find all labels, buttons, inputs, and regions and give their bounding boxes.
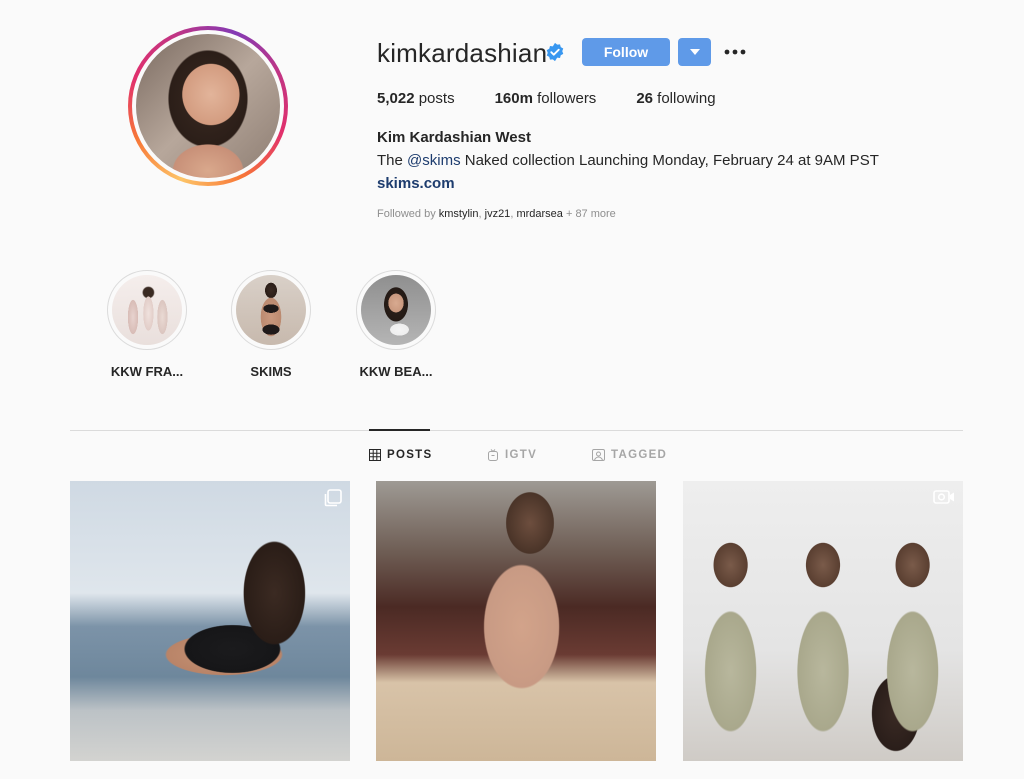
suggested-accounts-dropdown-button[interactable] <box>678 38 711 66</box>
highlight-label: KKW BEA... <box>359 364 433 379</box>
profile-full-name: Kim Kardashian West <box>377 129 531 146</box>
highlight-kkw-beauty[interactable]: KKW BEA... <box>336 270 456 379</box>
tab-posts[interactable]: POSTS <box>369 449 432 461</box>
highlight-cover <box>112 275 182 345</box>
caret-down-icon <box>689 49 700 55</box>
posts-count-label: posts <box>418 90 455 107</box>
tabs-divider <box>70 430 963 431</box>
more-options-button[interactable] <box>722 40 748 64</box>
highlight-ring <box>231 270 311 350</box>
followed-by-user[interactable]: mrdarsea <box>516 208 562 220</box>
avatar-frame <box>132 30 284 182</box>
followed-by-prefix: Followed by <box>377 208 439 220</box>
highlight-cover <box>361 275 431 345</box>
tab-label: IGTV <box>505 449 538 461</box>
highlight-kkw-fragrance[interactable]: KKW FRA... <box>87 270 207 379</box>
followed-by-user[interactable]: jvz21 <box>485 208 511 220</box>
post-thumbnail[interactable] <box>683 481 963 761</box>
active-tab-indicator <box>369 429 430 431</box>
bio-mention-link[interactable]: @skims <box>407 152 461 169</box>
bio-suffix: Naked collection Launching Monday, Febru… <box>460 152 879 169</box>
verified-badge-icon <box>546 42 564 62</box>
tagged-icon <box>592 449 605 461</box>
post-thumbnail[interactable] <box>376 481 656 761</box>
followers-count-value: 160m <box>494 90 533 107</box>
igtv-icon <box>488 449 498 461</box>
grid-icon <box>369 449 381 461</box>
avatar[interactable] <box>136 34 280 178</box>
following-count-label: following <box>657 90 716 107</box>
tab-igtv[interactable]: IGTV <box>487 449 537 461</box>
following-count-value: 26 <box>636 90 653 107</box>
profile-stats: 5,022 posts 160m followers 26 following <box>377 90 756 107</box>
highlight-ring <box>107 270 187 350</box>
posts-count-value: 5,022 <box>377 90 415 107</box>
followers-count-label: followers <box>537 90 597 107</box>
bio-prefix: The <box>377 152 408 169</box>
followed-by[interactable]: Followed by kmstylin, jvz21, mrdarsea + … <box>377 208 616 220</box>
following-count[interactable]: 26 following <box>636 90 715 107</box>
carousel-icon <box>324 489 342 507</box>
highlight-label: KKW FRA... <box>110 364 184 379</box>
tab-label: TAGGED <box>611 449 668 461</box>
more-horizontal-icon <box>724 49 746 55</box>
tab-label: POSTS <box>387 449 433 461</box>
followed-by-more: + 87 more <box>562 208 616 220</box>
profile-bio: The @skims Naked collection Launching Mo… <box>377 152 879 169</box>
follow-button[interactable]: Follow <box>582 38 670 66</box>
highlight-label: SKIMS <box>250 364 292 379</box>
highlight-cover <box>236 275 306 345</box>
profile-username: kimkardashian <box>377 38 548 68</box>
profile-website-link[interactable]: skims.com <box>377 175 455 192</box>
highlight-ring <box>356 270 436 350</box>
followers-count[interactable]: 160m followers <box>495 90 597 107</box>
tab-tagged[interactable]: TAGGED <box>592 449 667 461</box>
followed-by-user[interactable]: kmstylin <box>439 208 479 220</box>
post-thumbnail[interactable] <box>70 481 350 761</box>
profile-avatar-ring[interactable] <box>128 26 288 186</box>
posts-count: 5,022 posts <box>377 90 455 107</box>
video-icon <box>933 490 954 504</box>
highlight-skims[interactable]: SKIMS <box>211 270 331 379</box>
